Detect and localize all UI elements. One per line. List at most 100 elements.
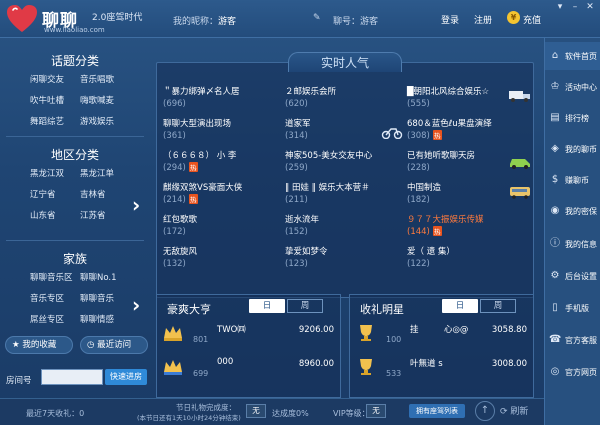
rank-row[interactable]: TWO㈣ 801 9206.00	[157, 321, 342, 351]
room-count: (122)	[407, 259, 430, 269]
topic-item[interactable]: 舞蹈综艺	[30, 115, 64, 127]
room-name: 逝水流年	[285, 215, 320, 225]
rank-row[interactable]: 000 699 8960.00	[157, 355, 342, 385]
nav-label: 手机版	[565, 304, 589, 313]
app-window: 聊聊 2.0座驾时代 www.liaoliao.com 我的昵称： 游客 ✎ 聊…	[0, 0, 600, 425]
room-count: (182)	[407, 195, 430, 205]
nav-label: 排行榜	[565, 114, 589, 123]
room-item[interactable]: █朝阳北风综合娱乐☆ (555)	[407, 85, 531, 117]
family-item[interactable]: 音乐专区	[30, 292, 64, 304]
recent-visits-button[interactable]: ◷ 最近访问	[80, 336, 148, 354]
room-number-label: 房间号	[6, 376, 32, 386]
room-name: 麒缘双煞VS豪面大侠	[163, 183, 243, 193]
region-item[interactable]: 江苏省	[80, 209, 106, 221]
nav-item-wallet[interactable]: ◈ 我的聊币	[545, 135, 600, 163]
topic-item[interactable]: 游戏娱乐	[80, 115, 114, 127]
coin-icon: ¥	[507, 11, 520, 24]
nav-label: 活动中心	[565, 83, 597, 92]
rank-row[interactable]: 挂 心◎@ 100 3058.80	[350, 321, 535, 351]
activity-icon: ♔	[550, 81, 560, 92]
refresh-icon: ⟳	[500, 407, 511, 417]
room-item[interactable]: 已有她听歌聊天房 (228)	[407, 149, 531, 181]
close-icon[interactable]: ✕	[584, 2, 596, 12]
right-navigation: ⌂ 软件首页 ♔ 活动中心 ▤ 排行榜 ◈ 我的聊币 $ 赚聊币 ◉ 我的密保 ⓘ 我的信息 …	[544, 38, 600, 425]
edit-pencil-icon[interactable]: ✎	[313, 13, 321, 23]
topic-item[interactable]: 闲聊交友	[30, 73, 64, 85]
room-item[interactable]: ２邮娱乐会所 (620)	[285, 85, 403, 117]
menu-dropdown-icon[interactable]: ▾	[554, 2, 566, 12]
room-item[interactable]: 聊聊大型演出现场 (361)	[163, 117, 281, 149]
rank-value: 3008.00	[491, 359, 527, 369]
family-item[interactable]: 聊聊音乐	[80, 292, 114, 304]
minimize-icon[interactable]: –	[569, 2, 581, 12]
room-name: 挚爱如梦令	[285, 247, 328, 257]
family-item[interactable]: 聊聊情感	[80, 313, 114, 325]
room-item[interactable]: ‖ 田娃 ‖ 娱乐大本营＃ (211)	[285, 181, 403, 213]
room-item[interactable]: 爱（ 遗 集） (122)	[407, 245, 531, 277]
nav-item-website[interactable]: ◎ 官方网页	[545, 358, 600, 386]
region-item[interactable]: 辽宁省	[30, 188, 56, 200]
nav-label: 官方客服	[565, 336, 597, 345]
nav-item-info[interactable]: ⓘ 我的信息	[545, 230, 600, 258]
chevron-right-icon[interactable]: ›	[132, 293, 140, 317]
topic-item[interactable]: 吹牛吐槽	[30, 94, 64, 106]
room-item[interactable]: 挚爱如梦令 (123)	[285, 245, 403, 277]
room-item[interactable]: （６６６８） 小 李 (294) 热	[163, 149, 281, 181]
room-item[interactable]: 逝水流年 (152)	[285, 213, 403, 245]
nav-item-activity[interactable]: ♔ 活动中心	[545, 73, 600, 101]
nav-item-mobile[interactable]: ▯ 手机版	[545, 294, 600, 322]
rank-id: 699	[193, 369, 209, 378]
nav-item-earn[interactable]: $ 赚聊币	[545, 166, 600, 194]
motorcycle-icon	[381, 128, 403, 139]
vip-label: VIP等级：	[333, 409, 370, 418]
room-count: (696)	[163, 99, 186, 109]
quick-enter-room-button[interactable]: 快速进房	[105, 369, 147, 385]
tab-week[interactable]: 周	[287, 299, 323, 313]
register-button[interactable]: 注册	[474, 13, 492, 26]
rank-row[interactable]: 叶無道 s 533 3008.00	[350, 355, 535, 385]
region-item[interactable]: 黑龙江单	[80, 167, 114, 179]
family-item[interactable]: 聊聊No.1	[80, 271, 117, 283]
owned-seats-button[interactable]: 拥有座驾列表	[409, 404, 465, 418]
room-item[interactable]: 中国制造 (182)	[407, 181, 531, 213]
room-item[interactable]: 神家505-美女交友中心 (259)	[285, 149, 403, 181]
refresh-button[interactable]: ⟳ 刷新	[500, 403, 534, 421]
room-item[interactable]: ＂暴力绑弹〆名人居 (696)	[163, 85, 281, 117]
service-icon: ☎	[549, 334, 562, 345]
room-item[interactable]: 680＆蓝色ℓu果盘演绎 (308) 热	[407, 117, 531, 149]
login-button[interactable]: 登录	[441, 13, 459, 26]
website-icon: ◎	[550, 366, 560, 377]
nav-item-home[interactable]: ⌂ 软件首页	[545, 42, 600, 70]
room-item[interactable]: 麒缘双煞VS豪面大侠 (214) 热	[163, 181, 281, 213]
tab-day[interactable]: 日	[442, 299, 478, 313]
truck-icon	[509, 91, 530, 102]
favorites-button[interactable]: ★ 我的收藏	[5, 336, 73, 354]
recharge-button[interactable]: 充值	[523, 13, 541, 26]
recent-income-text: 最近7天收礼：0	[26, 409, 85, 418]
region-section-title: 地区分类	[50, 148, 99, 162]
tab-day[interactable]: 日	[249, 299, 285, 313]
nav-item-settings[interactable]: ⚙ 后台设置	[545, 262, 600, 290]
room-number-input[interactable]	[41, 369, 103, 385]
region-item[interactable]: 吉林省	[80, 188, 106, 200]
region-item[interactable]: 黑龙江双	[30, 167, 64, 179]
room-count: (314)	[285, 131, 308, 141]
room-item[interactable]: ９７７大振娱乐传媒 (144) 热	[407, 213, 531, 245]
scroll-up-icon[interactable]: ↑	[475, 401, 495, 421]
completion-text: 达成度0%	[272, 409, 309, 418]
family-item[interactable]: 聊聊音乐区	[30, 271, 73, 283]
room-item[interactable]: 红包歌歌 (172)	[163, 213, 281, 245]
topic-item[interactable]: 音乐唱歌	[80, 73, 114, 85]
topic-item[interactable]: 嗨歌喊麦	[80, 94, 114, 106]
nickname-value: 游客	[218, 17, 237, 27]
region-item[interactable]: 山东省	[30, 209, 56, 221]
nav-item-rank[interactable]: ▤ 排行榜	[545, 104, 600, 132]
room-count: (172)	[163, 227, 186, 237]
family-item[interactable]: 屌丝专区	[30, 313, 64, 325]
nav-item-service[interactable]: ☎ 官方客服	[545, 326, 600, 354]
nav-item-security[interactable]: ◉ 我的密保	[545, 197, 600, 225]
chevron-right-icon[interactable]: ›	[132, 193, 140, 217]
room-item[interactable]: 无敌旋风 (132)	[163, 245, 281, 277]
tab-week[interactable]: 周	[480, 299, 516, 313]
room-item[interactable]: 道家军 (314)	[285, 117, 403, 149]
